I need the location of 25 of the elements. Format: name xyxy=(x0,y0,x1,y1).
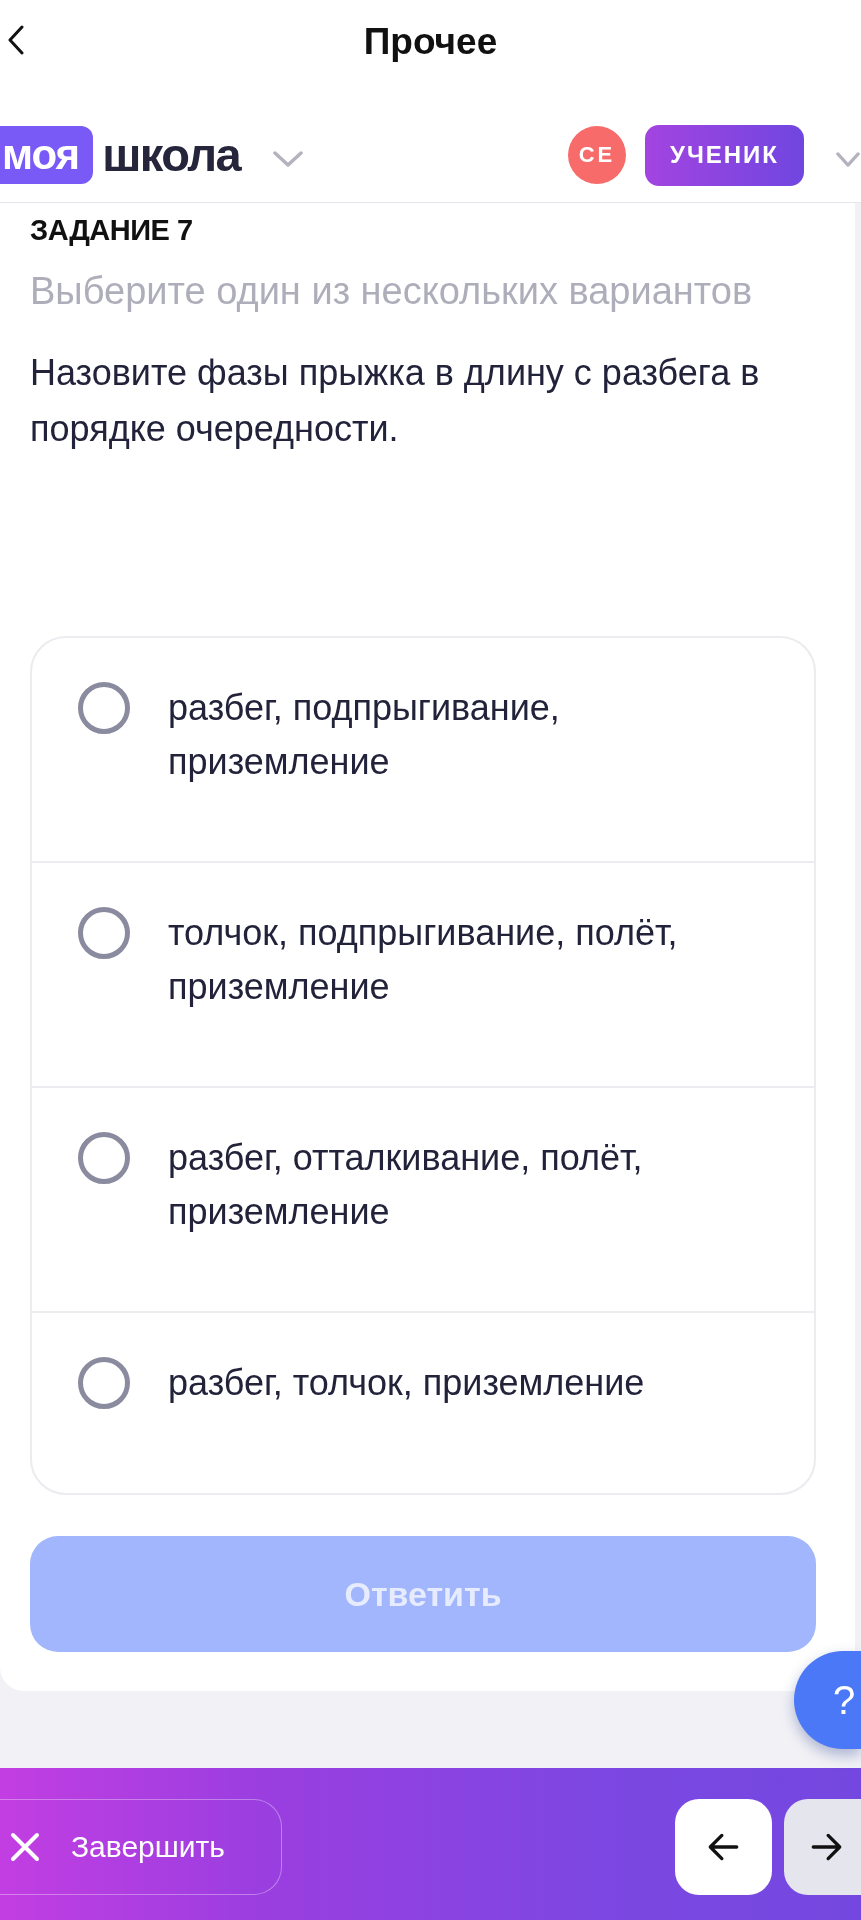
close-icon xyxy=(10,1832,40,1862)
help-button[interactable]: ? xyxy=(794,1651,861,1749)
back-chevron-icon[interactable] xyxy=(8,25,24,55)
page-title: Прочее xyxy=(363,20,498,64)
logo-badge: моя xyxy=(0,126,94,184)
arrow-right-icon xyxy=(810,1832,843,1862)
arrow-left-icon xyxy=(707,1832,740,1862)
finish-button[interactable]: Завершить xyxy=(0,1799,282,1895)
option-text[interactable]: разбег, подпрыгивание, приземление xyxy=(168,681,758,789)
option-text[interactable]: толчок, подпрыгивание, полёт, приземление xyxy=(168,906,758,1014)
option-text[interactable]: разбег, толчок, приземление xyxy=(168,1356,645,1410)
avatar-initials[interactable]: СЕ xyxy=(567,126,626,184)
option-text[interactable]: разбег, отталкивание, полёт, приземление xyxy=(168,1131,758,1239)
task-number: ЗАДАНИЕ 7 xyxy=(30,215,194,245)
role-badge[interactable]: УЧЕНИК xyxy=(644,124,804,186)
radio-button[interactable] xyxy=(78,682,130,734)
logo-text: школа xyxy=(102,127,241,183)
chevron-down-icon[interactable] xyxy=(273,151,304,167)
radio-button[interactable] xyxy=(78,1357,130,1409)
chevron-down-icon[interactable] xyxy=(836,151,860,167)
back-button[interactable] xyxy=(675,1799,772,1895)
radio-button[interactable] xyxy=(78,907,130,959)
question-text: Назовите фазы прыжка в длину с разбега в порядке очередности. xyxy=(30,351,761,451)
radio-button[interactable] xyxy=(78,1132,130,1184)
task-instruction: Выберите один из нескольких вариантов xyxy=(30,269,754,313)
